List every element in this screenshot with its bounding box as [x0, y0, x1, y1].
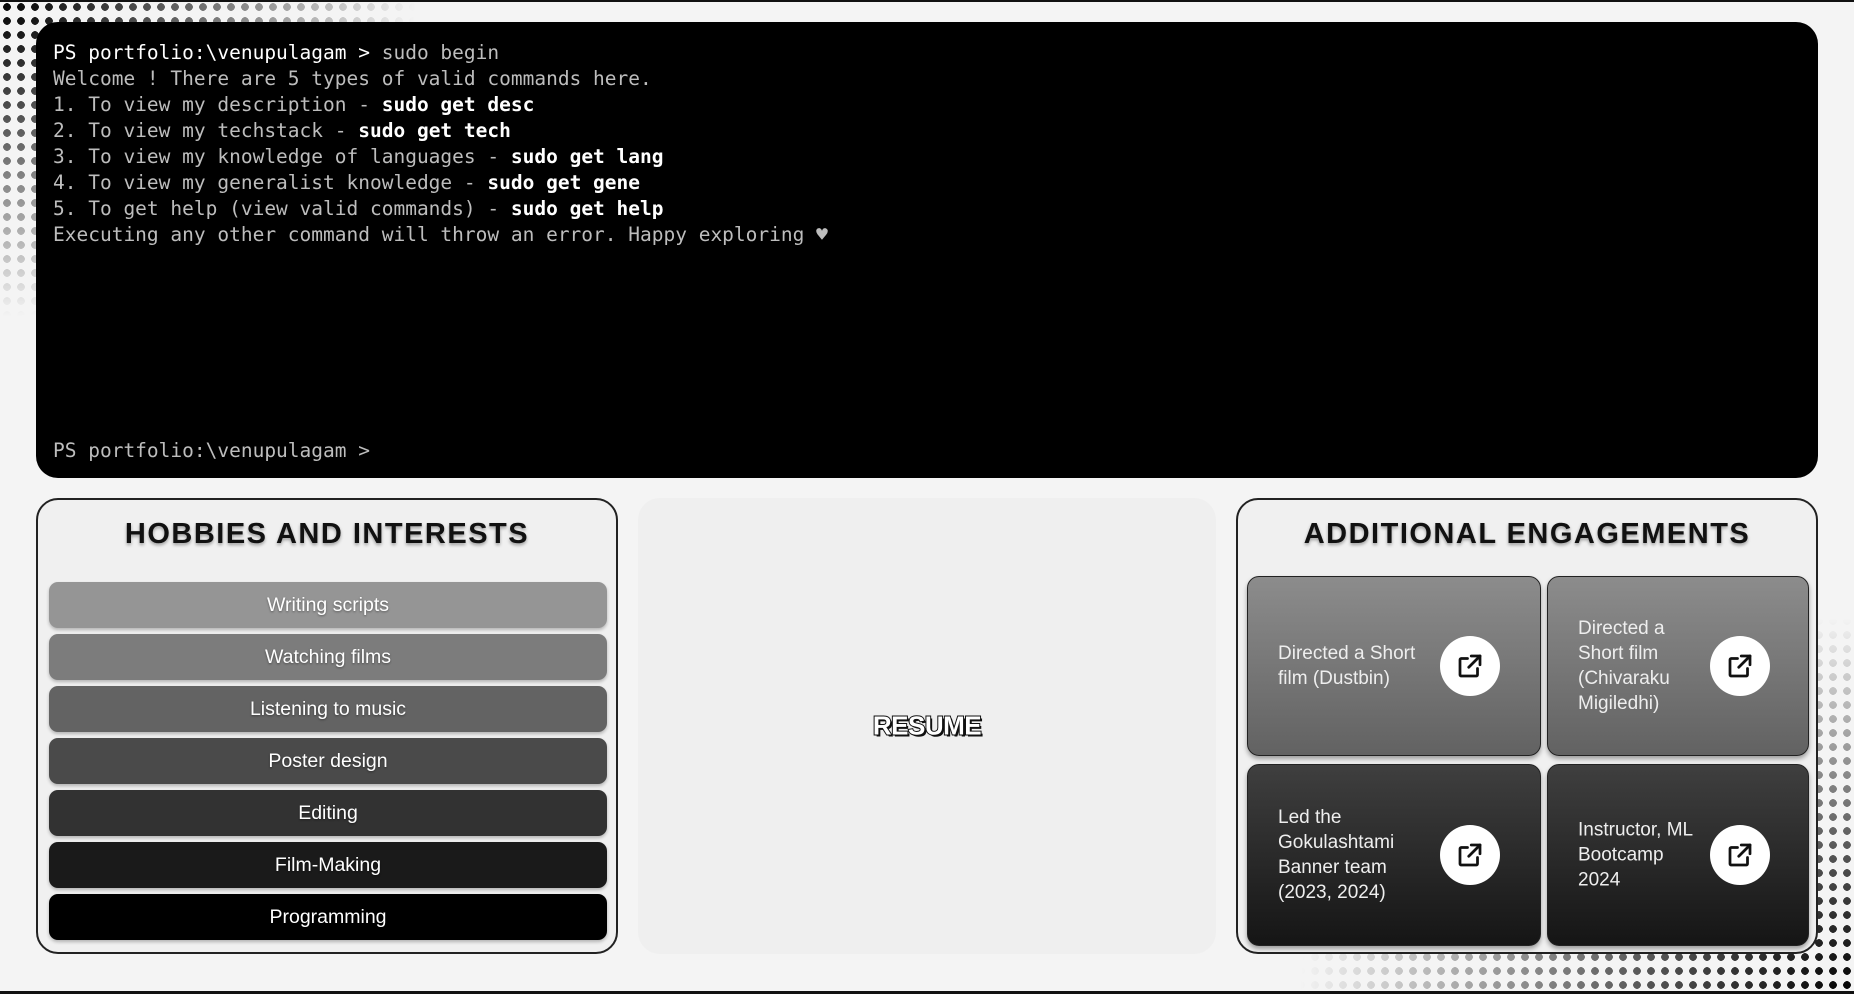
engagements-panel: ADDITIONAL ENGAGEMENTS Directed a Short …	[1236, 498, 1818, 954]
hobby-item: Film-Making	[49, 842, 607, 888]
terminal-help-text: 5. To get help (view valid commands) -	[53, 197, 511, 220]
engagement-card: Directed a Short film (Chivaraku Migiled…	[1547, 576, 1809, 756]
hobbies-list: Writing scripts Watching films Listening…	[49, 582, 607, 946]
terminal-line: 3. To view my knowledge of languages - s…	[53, 144, 1801, 170]
hobby-item: Programming	[49, 894, 607, 940]
engagement-label: Directed a Short film (Dustbin)	[1278, 643, 1416, 689]
terminal-line: PS portfolio:\venupulagam > sudo begin	[53, 40, 1801, 66]
hobby-item: Editing	[49, 790, 607, 836]
engagement-label: Instructor, ML Bootcamp 2024	[1578, 819, 1693, 891]
terminal-input-prompt[interactable]: PS portfolio:\venupulagam >	[53, 438, 370, 464]
engagements-grid: Directed a Short film (Dustbin) Directed…	[1247, 576, 1809, 946]
terminal-help-text: 1. To view my description -	[53, 93, 382, 116]
terminal-typed-command: sudo begin	[381, 41, 500, 64]
terminal-command-gene: sudo get gene	[487, 171, 641, 194]
terminal-line: 5. To get help (view valid commands) - s…	[53, 196, 1801, 222]
terminal-command-help: sudo get help	[510, 197, 664, 220]
external-link-icon[interactable]	[1440, 825, 1500, 885]
terminal-prompt-text: PS portfolio:\venupulagam >	[53, 41, 382, 64]
terminal-help-text: 2. To view my techstack -	[53, 119, 359, 142]
terminal-line: 1. To view my description - sudo get des…	[53, 92, 1801, 118]
terminal-help-text: 4. To view my generalist knowledge -	[53, 171, 488, 194]
hobby-item: Listening to music	[49, 686, 607, 732]
hobbies-panel: HOBBIES AND INTERESTS Writing scripts Wa…	[36, 498, 618, 954]
external-link-icon[interactable]	[1710, 825, 1770, 885]
terminal-footer-text: Executing any other command will throw a…	[53, 223, 817, 246]
terminal-line: 2. To view my techstack - sudo get tech	[53, 118, 1801, 144]
engagement-card: Led the Gokulashtami Banner team (2023, …	[1247, 764, 1541, 946]
terminal-help-text: 3. To view my knowledge of languages -	[53, 145, 511, 168]
resume-card: RESUME	[638, 498, 1216, 954]
terminal-welcome-text: Welcome ! There are 5 types of valid com…	[53, 67, 652, 90]
terminal-window[interactable]: PS portfolio:\venupulagam > sudo begin W…	[36, 22, 1818, 478]
external-link-icon[interactable]	[1440, 636, 1500, 696]
terminal-command-desc: sudo get desc	[381, 93, 535, 116]
engagements-title: ADDITIONAL ENGAGEMENTS	[1303, 518, 1751, 550]
engagement-card: Directed a Short film (Dustbin)	[1247, 576, 1541, 756]
resume-button[interactable]: RESUME	[872, 710, 983, 742]
engagement-label: Led the Gokulashtami Banner team (2023, …	[1278, 807, 1395, 903]
terminal-line: Executing any other command will throw a…	[53, 222, 1801, 248]
heart-icon: ♥	[816, 223, 828, 246]
hobby-item: Poster design	[49, 738, 607, 784]
engagement-label: Directed a Short film (Chivaraku Migiled…	[1578, 618, 1670, 714]
hobby-item: Watching films	[49, 634, 607, 680]
engagement-card: Instructor, ML Bootcamp 2024	[1547, 764, 1809, 946]
terminal-command-lang: sudo get lang	[510, 145, 664, 168]
top-border	[0, 0, 1854, 2]
hobbies-title: HOBBIES AND INTERESTS	[124, 518, 530, 550]
terminal-line: 4. To view my generalist knowledge - sud…	[53, 170, 1801, 196]
external-link-icon[interactable]	[1710, 636, 1770, 696]
terminal-command-tech: sudo get tech	[358, 119, 511, 142]
terminal-line: Welcome ! There are 5 types of valid com…	[53, 66, 1801, 92]
hobby-item: Writing scripts	[49, 582, 607, 628]
